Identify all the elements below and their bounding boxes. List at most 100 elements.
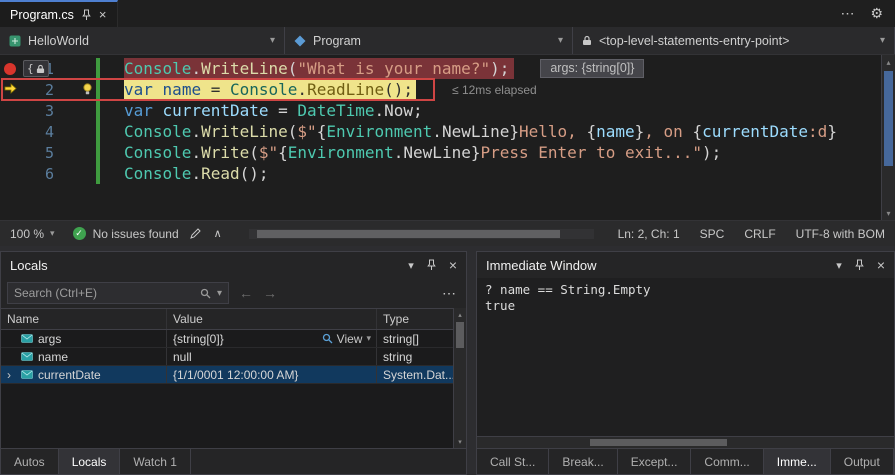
line-ending-indicator[interactable]: CRLF	[744, 227, 775, 241]
issues-check-icon[interactable]: ✓	[72, 227, 86, 240]
code-token: WriteLine	[201, 122, 288, 141]
project-label: HelloWorld	[28, 33, 89, 48]
immediate-tab[interactable]: Comm...	[691, 449, 764, 474]
tab-program-cs[interactable]: Program.cs ×	[0, 0, 118, 27]
pin-icon[interactable]	[854, 259, 865, 271]
editor-status-strip: 100 % ▾ ✓ No issues found ∧ Ln: 2, Ch: 1…	[0, 220, 895, 246]
close-icon[interactable]: ×	[449, 257, 457, 273]
scroll-up-icon[interactable]: ▴	[882, 55, 895, 69]
column-header-type[interactable]: Type	[377, 309, 453, 329]
code-token: }	[827, 122, 837, 141]
scrollbar-thumb[interactable]	[884, 71, 893, 166]
code-token: currentDate	[162, 101, 269, 120]
collapse-icon[interactable]: ∧	[211, 227, 225, 240]
scroll-up-icon[interactable]: ▴	[454, 308, 466, 321]
scrollbar-thumb[interactable]	[456, 322, 464, 348]
zoom-control[interactable]: 100 % ▾	[10, 227, 63, 241]
scrollbar-thumb[interactable]	[256, 229, 561, 238]
window-menu-icon[interactable]: ▾	[408, 259, 414, 272]
pin-icon[interactable]	[81, 9, 92, 21]
immediate-tab-strip: Call St... Break... Except... Comm... Imme..…	[477, 448, 894, 474]
variable-value: {1/1/0001 12:00:00 AM}	[173, 367, 299, 382]
spaces-indicator[interactable]: SPC	[700, 227, 725, 241]
immediate-horizontal-scrollbar[interactable]	[477, 436, 894, 448]
code-text[interactable]: Console.Write($"{Environment.NewLine}Pre…	[124, 142, 721, 163]
search-options-icon[interactable]: ▾	[217, 288, 222, 299]
editor-horizontal-scrollbar[interactable]	[248, 228, 594, 239]
locals-vertical-scrollbar[interactable]: ▴ ▾	[453, 308, 466, 448]
datatip[interactable]: args: {string[0]}	[540, 59, 645, 78]
tab-label: Program.cs	[10, 7, 74, 22]
code-token: NewLine	[441, 122, 510, 141]
panel-title: Immediate Window	[486, 257, 597, 273]
code-line[interactable]: 6 Console.Read();	[0, 163, 895, 184]
code-line[interactable]: 3 var currentDate = DateTime.Now;	[0, 100, 895, 121]
code-text[interactable]: Console.WriteLine($"{Environment.NewLine…	[124, 121, 837, 142]
code-text[interactable]: var currentDate = DateTime.Now;	[124, 100, 423, 121]
issues-label[interactable]: No issues found	[93, 227, 179, 241]
type-dropdown[interactable]: Program ▾	[285, 27, 573, 54]
breakpoint-icon[interactable]	[4, 62, 16, 75]
locals-row[interactable]: › currentDate {1/1/0001 12:00:00 AM} System…	[1, 366, 453, 384]
tab-overflow-icon[interactable]: ⋯	[840, 5, 854, 22]
scroll-down-icon[interactable]: ▾	[454, 435, 466, 448]
immediate-tab[interactable]: Call St...	[477, 449, 550, 474]
project-dropdown[interactable]: HelloWorld ▾	[0, 27, 285, 54]
locals-tab[interactable]: Autos	[1, 449, 59, 474]
glyph-margin[interactable]	[0, 62, 20, 75]
member-dropdown[interactable]: <top-level-statements-entry-point> ▾	[573, 27, 895, 54]
locals-row[interactable]: args {string[0]} View ▾ string[]	[1, 330, 453, 348]
pin-icon[interactable]	[426, 259, 437, 271]
code-line[interactable]: 4 Console.WriteLine($"{Environment.NewLin…	[0, 121, 895, 142]
locals-row[interactable]: name null string	[1, 348, 453, 366]
immediate-input-area[interactable]: ? name == String.Empty true	[477, 278, 894, 436]
locals-tab[interactable]: Watch 1	[120, 449, 191, 474]
cell-name: › currentDate	[1, 366, 167, 383]
line-number: 5	[44, 143, 54, 162]
lightbulb-icon[interactable]	[82, 83, 93, 101]
close-icon[interactable]: ×	[877, 257, 885, 273]
scroll-down-icon[interactable]: ▾	[882, 206, 895, 220]
code-line[interactable]: 5 Console.Write($"{Environment.NewLine}Pr…	[0, 142, 895, 163]
locals-tab[interactable]: Locals	[58, 449, 121, 474]
editor-vertical-scrollbar[interactable]: ▴ ▾	[881, 55, 895, 220]
immediate-tab[interactable]: Imme...	[763, 449, 831, 474]
code-editor[interactable]: {1 Console.WriteLine("What is your name?"…	[0, 55, 895, 220]
code-line[interactable]: {1 Console.WriteLine("What is your name?"…	[0, 58, 895, 79]
more-options-icon[interactable]: ⋯	[442, 285, 460, 302]
scrollbar-thumb[interactable]	[589, 439, 728, 446]
code-cleanup-icon[interactable]	[189, 227, 201, 240]
code-token: Environment	[326, 122, 433, 141]
code-token: }	[509, 122, 520, 141]
cell-name: name	[1, 348, 167, 365]
code-token: ();	[384, 80, 414, 99]
column-header-value[interactable]: Value	[167, 309, 377, 329]
immediate-tab[interactable]: Output	[831, 449, 894, 474]
immediate-tab[interactable]: Except...	[618, 449, 692, 474]
back-icon[interactable]: ←	[239, 285, 253, 301]
expand-chevron-icon[interactable]: ›	[7, 368, 21, 382]
code-token: .	[393, 143, 404, 162]
search-icon[interactable]	[200, 288, 211, 299]
code-token: NewLine	[403, 143, 471, 162]
column-header-name[interactable]: Name	[1, 309, 167, 329]
variable-value: null	[173, 349, 192, 364]
glyph-margin[interactable]	[0, 81, 20, 99]
forward-icon[interactable]: →	[263, 285, 277, 301]
line-column-indicator[interactable]: Ln: 2, Ch: 1	[618, 227, 680, 241]
navigation-bar: HelloWorld ▾ Program ▾ <top-level-statem…	[0, 27, 895, 55]
immediate-tab[interactable]: Break...	[549, 449, 618, 474]
code-text[interactable]: Console.WriteLine("What is your name?");	[124, 58, 515, 79]
code-text[interactable]: Console.Read();	[124, 163, 269, 184]
gear-icon[interactable]: ⚙	[870, 5, 883, 22]
panel-splitter[interactable]	[467, 251, 476, 475]
code-token: name	[596, 122, 635, 141]
code-text[interactable]: var name = Console.ReadLine();	[124, 79, 417, 100]
view-button[interactable]: View ▾	[322, 332, 376, 346]
search-input[interactable]	[14, 286, 194, 300]
close-icon[interactable]: ×	[99, 7, 107, 22]
code-line[interactable]: 2 var name = Console.ReadLine(); ≤ 12ms el…	[0, 78, 895, 101]
search-box[interactable]: ▾	[7, 282, 229, 304]
encoding-indicator[interactable]: UTF-8 with BOM	[796, 227, 885, 241]
window-menu-icon[interactable]: ▾	[836, 259, 842, 272]
